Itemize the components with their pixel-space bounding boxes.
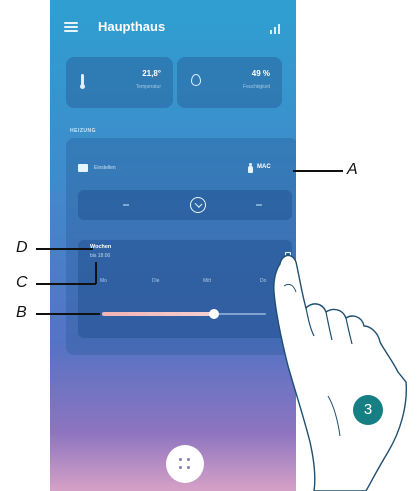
plus-icon[interactable] — [256, 204, 262, 206]
day-tab-mitt[interactable]: Mitt — [203, 278, 211, 284]
person-icon — [248, 163, 253, 173]
slider-thumb[interactable] — [209, 309, 219, 319]
top-bar: Haupthaus — [50, 0, 296, 56]
callout-line-b — [36, 313, 100, 315]
humidity-label: Feuchtigkeit — [243, 84, 270, 90]
day-tab-mo[interactable]: Mo — [100, 278, 107, 284]
slider-track-active — [102, 312, 214, 316]
minus-icon[interactable] — [123, 204, 129, 206]
heating-section-label: HEIZUNG — [70, 128, 96, 134]
callout-line-c-vertical — [95, 262, 97, 284]
schedule-subtitle: bis 18:00 — [90, 253, 111, 259]
power-control-row — [78, 190, 292, 220]
mode-icon — [78, 164, 88, 172]
page-title: Haupthaus — [98, 19, 166, 34]
thermometer-icon — [80, 74, 85, 90]
humidity-value: 49 % — [251, 69, 270, 78]
pointing-hand-icon — [273, 254, 408, 491]
temperature-label: Temperatur — [135, 84, 161, 90]
callout-line-d — [36, 248, 93, 250]
humidity-card[interactable]: 49 % Feuchtigkeit — [177, 57, 282, 108]
fab-button[interactable] — [166, 445, 204, 483]
step-badge: 3 — [353, 395, 383, 425]
step-number: 3 — [363, 401, 373, 418]
callout-label-c: C — [16, 274, 28, 291]
callout-label-a: A — [347, 161, 358, 178]
callout-line-c — [36, 283, 96, 285]
mode-value[interactable]: MAC — [257, 164, 271, 170]
schedule-title: Wochen — [90, 244, 112, 250]
hamburger-menu-icon[interactable] — [64, 22, 78, 32]
day-tab-die[interactable]: Die — [152, 278, 160, 284]
mode-label: Einstellen — [94, 165, 116, 171]
signal-icon — [270, 24, 282, 34]
callout-label-d: D — [16, 239, 28, 256]
power-icon[interactable] — [190, 197, 206, 213]
callout-label-b: B — [16, 304, 27, 321]
temperature-value: 21,8° — [142, 69, 161, 78]
callout-line-a — [293, 170, 343, 172]
droplet-icon — [191, 74, 201, 86]
grid-dots-icon — [179, 458, 191, 470]
temperature-card[interactable]: 21,8° Temperatur — [66, 57, 173, 108]
